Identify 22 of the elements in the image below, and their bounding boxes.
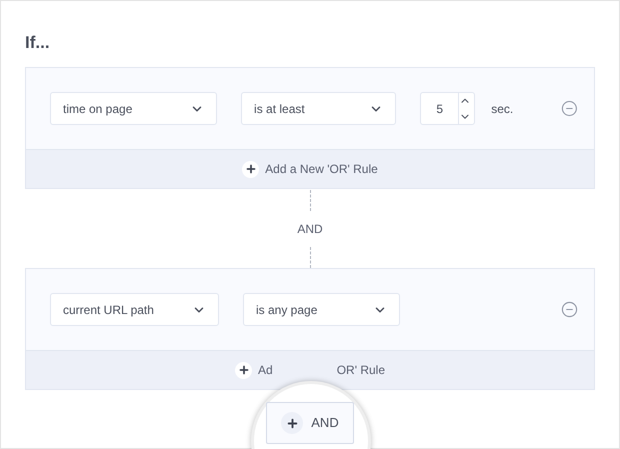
section-title: If... xyxy=(25,32,51,54)
dropdown[interactable]: is any page xyxy=(243,293,400,326)
add-or-rule-link[interactable]: Add a New 'OR' Rule xyxy=(265,160,378,178)
remove-icon[interactable] xyxy=(561,100,578,117)
dropdown-value: current URL path xyxy=(63,302,154,318)
dropdown-value: is any page xyxy=(256,302,318,318)
and-label: AND xyxy=(297,220,323,238)
add-and-button[interactable]: AND xyxy=(266,402,354,444)
plus-icon[interactable] xyxy=(235,362,252,378)
dropdown[interactable]: is at least xyxy=(241,92,396,125)
number-field[interactable]: 5 xyxy=(420,92,476,125)
number-value: 5 xyxy=(435,100,444,118)
dropdown[interactable]: current URL path xyxy=(50,293,219,326)
remove-icon[interactable] xyxy=(561,301,578,318)
dropdown[interactable]: time on page xyxy=(50,92,218,125)
unit-label: sec. xyxy=(491,100,514,118)
dropdown-value: time on page xyxy=(63,100,132,118)
plus-icon xyxy=(286,416,299,430)
add-or-rule-link[interactable]: Ad xyxy=(258,361,273,379)
add-or-rule-link[interactable]: OR' Rule xyxy=(336,361,385,379)
plus-icon[interactable] xyxy=(242,160,260,178)
dropdown-value: is at least xyxy=(254,100,305,118)
